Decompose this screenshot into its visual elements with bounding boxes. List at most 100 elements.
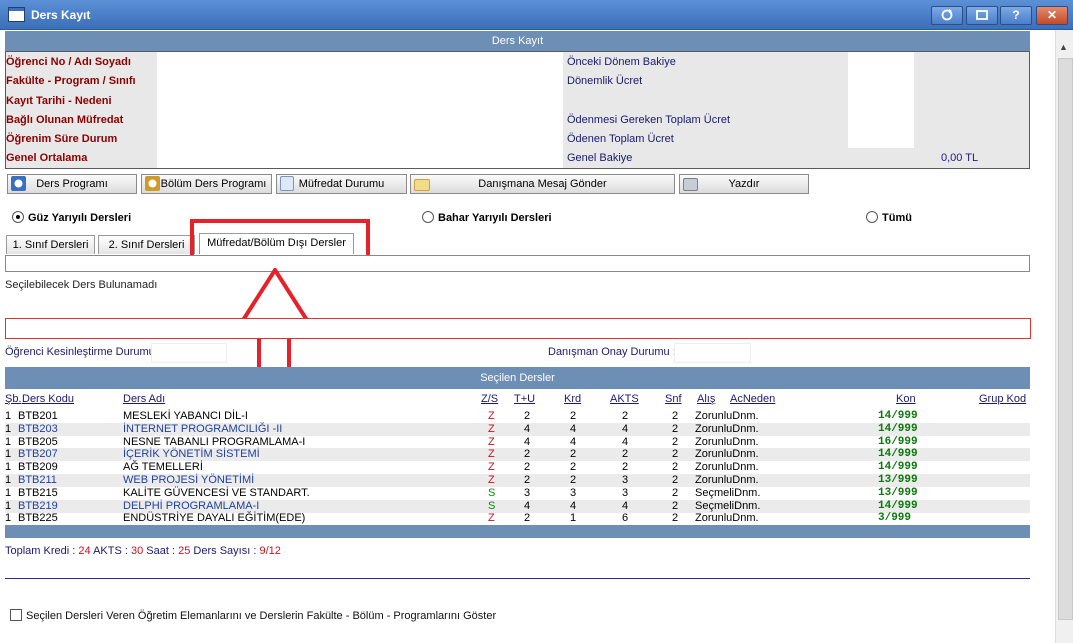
course-krd: 2 <box>570 474 577 486</box>
col-course-name[interactable]: Ders Adı <box>123 393 165 405</box>
label-total-due: Ödenmesi Gereken Toplam Ücret <box>567 114 731 126</box>
course-zs: Z <box>488 461 495 474</box>
course-tu: 3 <box>524 486 531 499</box>
table-row[interactable]: 1 BTB219 DELPHİ PROGRAMLAMA-I S 4 4 4 2 SeçmeliD… <box>5 499 1030 513</box>
col-snf[interactable]: Snf <box>665 393 682 405</box>
course-row-sb: 1 <box>5 435 12 448</box>
tab-second-year[interactable]: 2. Sınıf Dersleri <box>98 235 195 254</box>
clock-icon <box>11 176 26 191</box>
course-tu: 2 <box>524 474 531 486</box>
table-row[interactable]: 1 BTB207 İÇERİK YÖNETİM SİSTEMİ Z 2 2 2 2 Zorunl… <box>5 448 1030 462</box>
label-general-balance: Genel Bakiye <box>567 152 633 164</box>
course-alis: ZorunluDnm. <box>695 448 759 461</box>
total-credits: 24 <box>78 545 91 557</box>
course-name: DELPHİ PROGRAMLAMA-I <box>123 499 260 512</box>
radio-all[interactable]: Tümü <box>866 211 912 224</box>
finalization-status-value <box>151 343 227 363</box>
course-kon: 14/999 <box>878 410 918 422</box>
col-zs[interactable]: Z/S <box>481 393 498 405</box>
course-row-sb: 1 <box>5 486 12 499</box>
col-alis[interactable]: Alış <box>697 393 715 405</box>
department-schedule-button[interactable]: Bölüm Ders Programı <box>141 174 272 194</box>
course-code: BTB209 <box>18 461 58 474</box>
restore-button[interactable] <box>966 6 998 25</box>
course-row-sb: 1 <box>5 474 12 486</box>
course-akts: 6 <box>622 512 629 525</box>
course-code: BTB211 <box>18 474 57 486</box>
print-button[interactable]: Yazdır <box>679 174 809 194</box>
curriculum-status-button[interactable]: Müfredat Durumu <box>276 174 407 194</box>
radio-spring-semester[interactable]: Bahar Yarıyılı Dersleri <box>422 211 552 224</box>
course-name: İÇERİK YÖNETİM SİSTEMİ <box>123 448 260 461</box>
col-krd[interactable]: Krd <box>564 393 581 405</box>
course-alis: ZorunluDnm. <box>695 422 759 435</box>
label-curriculum: Bağlı Olunan Müfredat <box>6 114 124 126</box>
col-sb[interactable]: Şb. <box>5 393 22 405</box>
selected-courses-title: Seçilen Dersler <box>5 367 1030 389</box>
label-total-paid: Ödenen Toplam Ücret <box>567 133 674 145</box>
course-kon: 3/999 <box>878 512 912 525</box>
advisor-approval-value <box>674 343 751 363</box>
course-alis: ZorunluDnm. <box>695 461 759 474</box>
course-schedule-button[interactable]: Ders Programı <box>7 174 137 194</box>
course-zs: Z <box>488 422 495 435</box>
scroll-up-icon[interactable]: ▲ <box>1059 42 1068 52</box>
course-row-sb: 1 <box>5 512 12 525</box>
course-kon: 13/999 <box>878 474 918 486</box>
course-zs: Z <box>488 435 495 448</box>
course-krd: 2 <box>570 448 577 461</box>
help-button[interactable]: ? <box>1000 6 1032 25</box>
table-row[interactable]: 1 BTB209 AĞ TEMELLERİ Z 2 2 2 2 ZorunluDnm. 14/99… <box>5 461 1030 474</box>
table-row[interactable]: 1 BTB205 NESNE TABANLI PROGRAMLAMA-I Z 4 4 4 2 Z… <box>5 436 1030 449</box>
refresh-button[interactable] <box>931 6 963 25</box>
table-row[interactable]: 1 BTB211 WEB PROJESİ YÖNETİMİ Z 2 2 3 2 ZorunluD… <box>5 474 1030 487</box>
show-instructors-checkbox[interactable]: Seçilen Dersleri Veren Öğretim Elemanlar… <box>10 609 496 622</box>
table-row[interactable]: 1 BTB201 MESLEKİ YABANCI DİL-I Z 2 2 2 2 Zorunlu… <box>5 410 1030 423</box>
course-selection-panel <box>5 255 1030 272</box>
course-name: AĞ TEMELLERİ <box>123 461 203 474</box>
col-course-code[interactable]: Ders Kodu <box>22 393 74 405</box>
course-tu: 2 <box>524 448 531 461</box>
course-code: BTB215 <box>18 486 58 499</box>
radio-fall-semester[interactable]: Güz Yarıyılı Dersleri <box>12 211 131 224</box>
course-alis: ZorunluDnm. <box>695 435 759 448</box>
course-snf: 2 <box>672 512 679 525</box>
courses-table-header: Şb. Ders Kodu Ders Adı Z/S T+U Krd AKTS … <box>5 390 1030 408</box>
tab-first-year[interactable]: 1. Sınıf Dersleri <box>6 235 95 254</box>
table-row[interactable]: 1 BTB215 KALİTE GÜVENCESİ VE STANDART. S 3 3 3… <box>5 487 1030 500</box>
label-prev-balance: Önceki Dönem Bakiye <box>567 56 676 68</box>
radio-dot <box>866 211 878 223</box>
table-row[interactable]: 1 BTB203 İNTERNET PROGRAMCILIĞI -II Z 4 4 4 2 Zo… <box>5 422 1030 436</box>
course-zs: Z <box>488 474 495 486</box>
radio-dot <box>12 211 24 223</box>
course-tu: 2 <box>524 410 531 422</box>
checkbox-box[interactable] <box>10 609 22 621</box>
table-row[interactable]: 1 BTB225 ENDÜSTRİYE DAYALI EĞİTİM(EDE) Z 2 1 6… <box>5 512 1030 525</box>
no-courses-message: Seçilebilecek Ders Bulunamadı <box>5 279 158 291</box>
col-group-code[interactable]: Grup Kod <box>979 393 1026 405</box>
course-snf: 2 <box>672 422 679 435</box>
course-name: İNTERNET PROGRAMCILIĞI -II <box>123 422 283 435</box>
vertical-scrollbar[interactable]: ▲ <box>1055 30 1073 643</box>
table-footer-bar <box>5 525 1030 538</box>
message-advisor-button[interactable]: Danışmana Mesaj Gönder <box>410 174 675 194</box>
course-code: BTB201 <box>18 410 58 422</box>
course-tu: 4 <box>524 435 531 448</box>
divider <box>5 578 1030 579</box>
course-akts: 3 <box>622 474 629 486</box>
label-study-period: Öğrenim Süre Durum <box>6 133 118 145</box>
col-acneden[interactable]: AcNeden <box>730 393 775 405</box>
col-tu[interactable]: T+U <box>514 393 535 405</box>
course-row-sb: 1 <box>5 499 12 512</box>
close-button[interactable]: ✕ <box>1036 6 1068 25</box>
course-alis: SeçmeliDnm. <box>695 499 761 512</box>
col-kon[interactable]: Kon <box>896 393 916 405</box>
radio-dot <box>422 211 434 223</box>
course-kon: 14/999 <box>878 499 918 512</box>
totals-line: Toplam Kredi : 24 AKTS : 30 Saat : 25 De… <box>5 545 281 557</box>
scrollbar-thumb[interactable] <box>1058 58 1073 620</box>
course-akts: 4 <box>622 422 629 435</box>
course-tu: 2 <box>524 512 531 525</box>
document-icon <box>280 176 294 191</box>
col-akts[interactable]: AKTS <box>610 393 639 405</box>
